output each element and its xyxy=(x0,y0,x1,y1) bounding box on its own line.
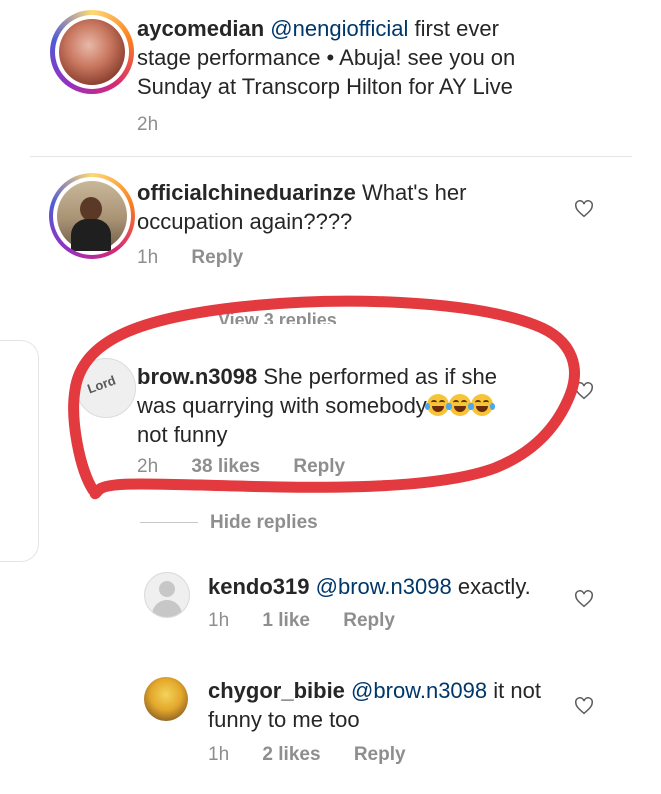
reply-1-time: 1h xyxy=(208,610,230,631)
reply-2-likes[interactable]: 2 likes xyxy=(262,744,320,765)
reply-2-mention[interactable]: @brow.n3098 xyxy=(351,678,487,703)
reply-2-reply-button[interactable]: Reply xyxy=(354,744,406,765)
reply-1-username[interactable]: kendo319 xyxy=(208,574,310,599)
reply-2-text-line2: funny to me too xyxy=(208,707,360,732)
reply-2-meta: 1h 2 likes Reply xyxy=(208,744,406,766)
reply-2-text-line1: it not xyxy=(493,678,541,703)
reply-1-likes[interactable]: 1 like xyxy=(262,610,310,631)
heart-icon[interactable] xyxy=(574,590,594,608)
reply-1-reply-button[interactable]: Reply xyxy=(343,610,395,631)
reply-2-username[interactable]: chygor_bibie xyxy=(208,678,345,703)
annotation-circle xyxy=(68,295,580,500)
reply-1-text: kendo319 @brow.n3098 exactly. xyxy=(208,572,568,601)
reply-1-mention[interactable]: @brow.n3098 xyxy=(316,574,452,599)
reply-1-avatar[interactable] xyxy=(144,572,190,618)
reply-2-text: chygor_bibie @brow.n3098 it not funny to… xyxy=(208,676,568,734)
reply-2-time: 1h xyxy=(208,744,230,765)
heart-icon[interactable] xyxy=(574,697,594,715)
reply-1-text-line1: exactly. xyxy=(457,574,531,599)
reply-1-meta: 1h 1 like Reply xyxy=(208,610,395,632)
reply-2-avatar[interactable] xyxy=(144,677,188,721)
